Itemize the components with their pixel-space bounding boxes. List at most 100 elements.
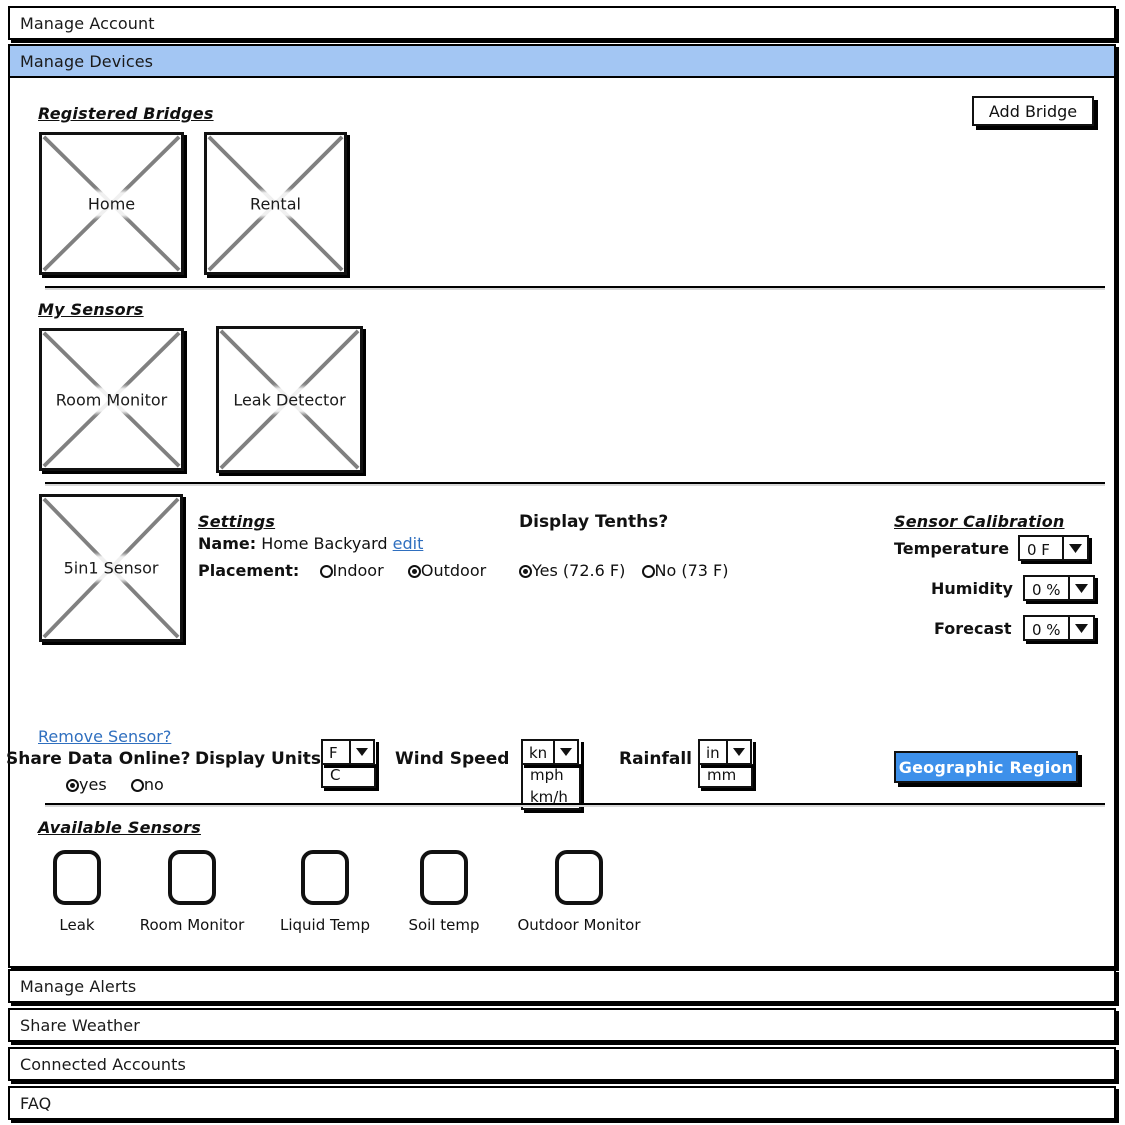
manage-devices-panel: Registered Bridges Add Bridge Home Renta… bbox=[6, 78, 1116, 968]
geographic-region-button[interactable]: Geographic Region bbox=[894, 751, 1078, 783]
chevron-down-icon[interactable] bbox=[349, 739, 375, 765]
available-sensor-soil-temp[interactable] bbox=[420, 850, 468, 905]
available-sensor-leak[interactable] bbox=[53, 850, 101, 905]
section-title-sensor-calibration: Sensor Calibration bbox=[894, 512, 1065, 531]
display-units-dropdown[interactable]: F C bbox=[321, 739, 376, 788]
chevron-down-icon[interactable] bbox=[1062, 535, 1089, 561]
accordion-row-manage-account[interactable]: Manage Account bbox=[8, 6, 1116, 40]
bridge-tile-home[interactable]: Home bbox=[39, 132, 184, 275]
sensor-name-row: Name: Home Backyard edit bbox=[198, 534, 423, 553]
radio-outdoor[interactable] bbox=[407, 565, 421, 578]
available-sensor-liquid-temp-label: Liquid Temp bbox=[280, 916, 370, 934]
calibration-label-temperature: Temperature bbox=[894, 539, 1010, 558]
accordion-row-label: Manage Account bbox=[20, 13, 155, 33]
rainfall-dropdown[interactable]: in mm bbox=[698, 739, 753, 788]
calibration-value-humidity[interactable]: 0 % bbox=[1023, 575, 1068, 601]
share-data-options: yes no bbox=[66, 775, 164, 794]
display-units-dropdown-head[interactable]: F bbox=[321, 739, 376, 765]
share-data-option-no[interactable]: no bbox=[130, 775, 164, 794]
display-tenths-option-yes[interactable]: Yes (72.6 F) bbox=[519, 561, 630, 580]
display-units-option[interactable]: C bbox=[323, 764, 374, 786]
wind-speed-option[interactable]: mph bbox=[523, 764, 579, 786]
available-sensor-outdoor-monitor-label: Outdoor Monitor bbox=[517, 916, 641, 934]
wind-speed-dropdown[interactable]: kn mph km/h bbox=[521, 739, 581, 810]
section-divider bbox=[45, 482, 1105, 484]
accordion-row-label: Manage Alerts bbox=[20, 976, 137, 996]
available-sensor-leak-label: Leak bbox=[59, 916, 95, 934]
chevron-down-icon[interactable] bbox=[1067, 615, 1095, 641]
accordion-row-label: Connected Accounts bbox=[20, 1054, 186, 1074]
bridge-tile-label: Home bbox=[79, 192, 144, 215]
manage-devices-screen: Manage Account Manage Devices Registered… bbox=[0, 0, 1125, 1125]
placement-label: Placement: bbox=[198, 561, 300, 580]
calibration-label-forecast: Forecast bbox=[934, 619, 1012, 638]
rainfall-value[interactable]: in bbox=[698, 739, 726, 765]
share-data-label: Share Data Online? bbox=[6, 749, 191, 769]
section-divider bbox=[45, 803, 1105, 805]
section-title-my-sensors: My Sensors bbox=[38, 300, 144, 319]
sensor-name-value: Home Backyard bbox=[261, 534, 388, 553]
bridge-tile-label: Rental bbox=[242, 192, 309, 215]
display-tenths-option-no[interactable]: No (73 F) bbox=[641, 561, 729, 580]
placement-option-outdoor[interactable]: Outdoor bbox=[407, 561, 487, 580]
accordion-row-connected-accounts[interactable]: Connected Accounts bbox=[8, 1047, 1116, 1081]
sensor-tile-leak-detector[interactable]: Leak Detector bbox=[216, 326, 363, 473]
section-divider bbox=[45, 286, 1105, 288]
radio-tenths-yes[interactable] bbox=[519, 565, 532, 578]
section-title-registered-bridges: Registered Bridges bbox=[38, 104, 214, 123]
display-tenths-option-no-label: No (73 F) bbox=[654, 561, 729, 580]
chevron-down-icon[interactable] bbox=[553, 739, 580, 765]
accordion-row-manage-devices[interactable]: Manage Devices bbox=[8, 44, 1116, 78]
calibration-stepper-temperature[interactable]: 0 F bbox=[1018, 535, 1089, 561]
available-sensor-liquid-temp[interactable] bbox=[301, 850, 349, 905]
section-title-settings: Settings bbox=[198, 512, 276, 531]
display-tenths-title: Display Tenths? bbox=[519, 512, 669, 532]
geographic-region-button-label: Geographic Region bbox=[898, 757, 1074, 777]
radio-share-yes[interactable] bbox=[66, 779, 79, 792]
selected-sensor-label: 5in1 Sensor bbox=[55, 556, 167, 580]
display-tenths-option-yes-label: Yes (72.6 F) bbox=[532, 561, 626, 580]
calibration-value-temperature[interactable]: 0 F bbox=[1018, 535, 1062, 561]
share-data-option-no-label: no bbox=[143, 775, 164, 794]
radio-share-no[interactable] bbox=[130, 779, 144, 792]
sensor-name-label: Name: bbox=[198, 534, 257, 553]
available-sensor-outdoor-monitor[interactable] bbox=[555, 850, 603, 905]
placement-option-indoor-label: Indoor bbox=[332, 561, 384, 580]
section-title-available-sensors: Available Sensors bbox=[38, 818, 201, 837]
accordion-row-share-weather[interactable]: Share Weather bbox=[8, 1008, 1116, 1042]
wind-speed-dropdown-head[interactable]: kn bbox=[521, 739, 581, 765]
share-data-option-yes-label: yes bbox=[79, 775, 107, 794]
available-sensor-soil-temp-label: Soil temp bbox=[408, 916, 480, 934]
placement-option-outdoor-label: Outdoor bbox=[420, 561, 487, 580]
accordion-row-label: Manage Devices bbox=[20, 51, 154, 71]
display-units-dropdown-list[interactable]: C bbox=[321, 764, 376, 788]
accordion-row-manage-alerts[interactable]: Manage Alerts bbox=[8, 969, 1116, 1003]
sensor-tile-room-monitor[interactable]: Room Monitor bbox=[39, 328, 184, 471]
calibration-value-forecast[interactable]: 0 % bbox=[1023, 615, 1068, 641]
share-data-option-yes[interactable]: yes bbox=[66, 775, 112, 794]
bridge-tile-rental[interactable]: Rental bbox=[204, 132, 347, 275]
rainfall-dropdown-head[interactable]: in bbox=[698, 739, 753, 765]
radio-tenths-no[interactable] bbox=[641, 565, 655, 578]
remove-sensor-link[interactable]: Remove Sensor? bbox=[38, 727, 171, 746]
chevron-down-icon[interactable] bbox=[726, 739, 752, 765]
calibration-stepper-humidity[interactable]: 0 % bbox=[1023, 575, 1095, 601]
selected-sensor-tile[interactable]: 5in1 Sensor bbox=[39, 494, 183, 642]
rainfall-option[interactable]: mm bbox=[700, 764, 751, 786]
accordion-row-faq[interactable]: FAQ bbox=[8, 1086, 1116, 1120]
calibration-label-humidity: Humidity bbox=[931, 579, 1013, 598]
display-tenths-options: Yes (72.6 F) No (73 F) bbox=[519, 561, 728, 580]
sensor-tile-label: Room Monitor bbox=[47, 388, 176, 411]
rainfall-dropdown-list[interactable]: mm bbox=[698, 764, 753, 788]
add-bridge-button[interactable]: Add Bridge bbox=[972, 96, 1094, 126]
display-units-value[interactable]: F bbox=[321, 739, 349, 765]
wind-speed-value[interactable]: kn bbox=[521, 739, 554, 765]
radio-indoor[interactable] bbox=[319, 565, 333, 578]
edit-name-link[interactable]: edit bbox=[393, 534, 424, 553]
sensor-tile-label: Leak Detector bbox=[225, 388, 354, 411]
placement-option-indoor[interactable]: Indoor bbox=[319, 561, 389, 580]
chevron-down-icon[interactable] bbox=[1067, 575, 1095, 601]
available-sensor-room-monitor[interactable] bbox=[168, 850, 216, 905]
calibration-stepper-forecast[interactable]: 0 % bbox=[1023, 615, 1095, 641]
display-units-label: Display Units bbox=[195, 749, 321, 769]
